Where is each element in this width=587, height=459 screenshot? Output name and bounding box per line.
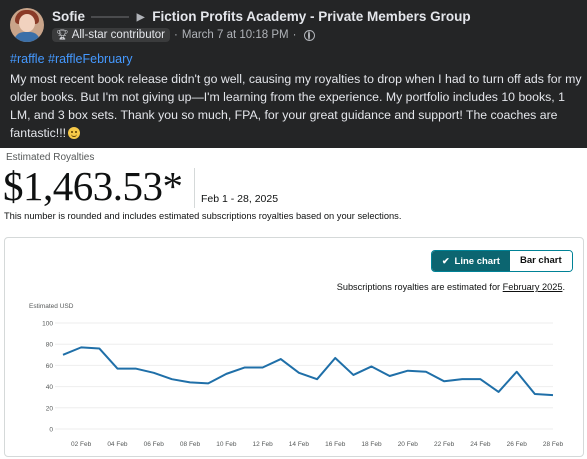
- divider: [194, 168, 195, 208]
- y-tick-label: 60: [46, 363, 54, 370]
- globe-icon: [304, 29, 316, 41]
- y-tick-label: 100: [42, 321, 53, 328]
- subscriptions-note-prefix: Subscriptions royalties are estimated fo…: [336, 282, 501, 292]
- series-line: [62, 346, 554, 397]
- bar-chart-label: Bar chart: [519, 255, 562, 266]
- bar-chart-button[interactable]: Bar chart: [509, 251, 572, 271]
- smiley-emoji-icon: [68, 127, 81, 139]
- avatar-face: [19, 14, 35, 32]
- post-timestamp[interactable]: March 7 at 10:18 PM: [182, 29, 289, 41]
- x-tick-label: 12 Feb: [253, 441, 274, 448]
- subscriptions-note-suffix: .: [562, 282, 565, 292]
- check-icon: ✔: [442, 256, 450, 266]
- x-tick-label: 28 Feb: [543, 441, 564, 448]
- royalties-amount: $1,463.53*: [3, 163, 183, 209]
- subscriptions-month-link[interactable]: February 2025: [503, 282, 563, 292]
- x-tick-label: 18 Feb: [361, 441, 382, 448]
- x-tick-label: 10 Feb: [216, 441, 237, 448]
- chart-card: Estimated USD 0 20 40 60 80 100 02 Feb 04 Feb 06 …: [4, 237, 584, 457]
- x-tick-label: 26 Feb: [507, 441, 528, 448]
- line-chart-label: Line chart: [454, 256, 500, 267]
- badge-label: All-star contributor: [71, 29, 166, 41]
- line-chart-button[interactable]: ✔ Line chart: [432, 251, 510, 271]
- post-body-text: My most recent book release didn't go we…: [10, 72, 582, 140]
- author-name[interactable]: Sofie: [52, 9, 85, 24]
- date-range[interactable]: Feb 1 - 28, 2025: [201, 193, 278, 205]
- y-axis-label: Estimated USD: [29, 303, 74, 310]
- avatar-shirt: [14, 32, 40, 42]
- post-hashtags[interactable]: #raffle #raffleFebruary: [10, 52, 133, 66]
- separator-dot: ·: [174, 29, 178, 41]
- x-tick-label: 24 Feb: [470, 441, 491, 448]
- group-name[interactable]: Fiction Profits Academy - Private Member…: [152, 9, 470, 24]
- y-tick-label: 40: [46, 384, 54, 391]
- post-header: Sofie ▶ Fiction Profits Academy - Privat…: [52, 9, 471, 24]
- y-tick-label: 20: [46, 405, 54, 412]
- x-tick-label: 02 Feb: [71, 441, 92, 448]
- x-tick-label: 14 Feb: [289, 441, 310, 448]
- x-tick-label: 22 Feb: [434, 441, 455, 448]
- rounding-note: This number is rounded and includes esti…: [4, 211, 402, 221]
- x-tick-label: 08 Feb: [180, 441, 201, 448]
- redaction-mark: [91, 16, 130, 18]
- separator-dot: ·: [292, 29, 297, 41]
- royalties-panel: Estimated Royalties $1,463.53* Feb 1 - 2…: [0, 148, 587, 459]
- subscriptions-note: Subscriptions royalties are estimated fo…: [337, 282, 565, 292]
- x-tick-label: 16 Feb: [325, 441, 346, 448]
- author-avatar[interactable]: [10, 8, 44, 42]
- caret-right-icon: ▶: [136, 12, 145, 23]
- x-tick-label: 04 Feb: [107, 441, 128, 448]
- contributor-badge[interactable]: 🏆︎ All-star contributor: [52, 28, 171, 42]
- chart-type-toggle: ✔ Line chart Bar chart: [431, 250, 573, 272]
- x-tick-label: 06 Feb: [144, 441, 165, 448]
- y-tick-label: 80: [46, 342, 54, 349]
- x-tick-label: 20 Feb: [398, 441, 419, 448]
- trophy-icon: 🏆︎: [56, 29, 69, 41]
- post-body: My most recent book release didn't go we…: [10, 70, 582, 142]
- y-tick-label: 0: [49, 427, 53, 434]
- post-meta: 🏆︎ All-star contributor · March 7 at 10:…: [52, 28, 316, 42]
- facebook-post: Sofie ▶ Fiction Profits Academy - Privat…: [0, 0, 587, 148]
